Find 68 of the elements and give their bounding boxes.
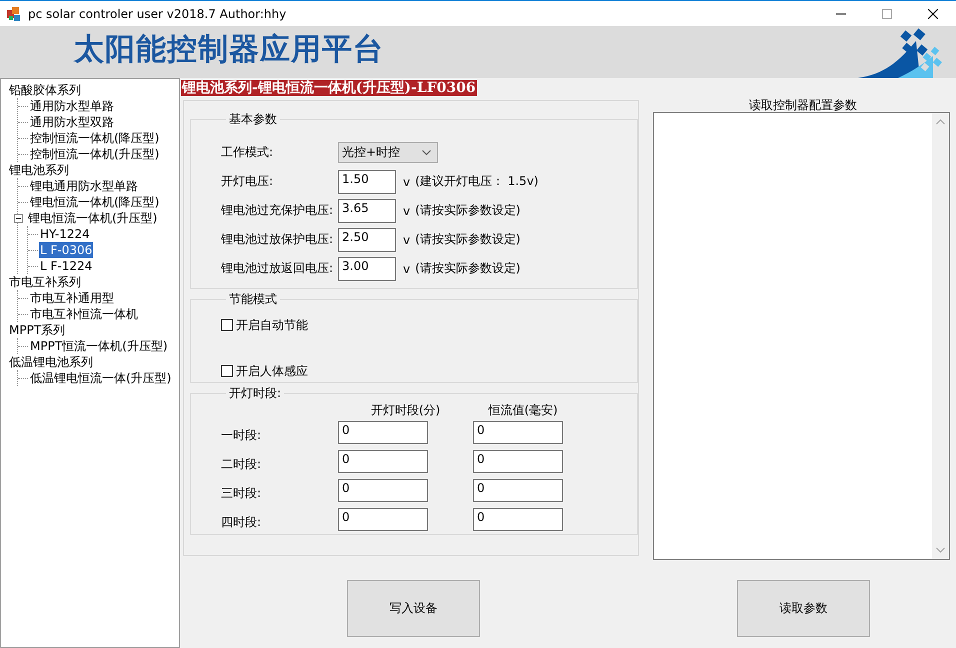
tree-item[interactable]: 市电互补系列 [8,274,82,290]
tree-item[interactable]: L F-1224 [39,258,94,274]
tree-item[interactable]: HY-1224 [39,226,91,242]
tree-item[interactable]: 锂电恒流一体机(降压型) [29,194,160,210]
checkbox-label: 开启自动节能 [236,316,308,334]
input-field[interactable]: 0 [473,508,563,531]
mode-dropdown[interactable]: 光控+时控 [338,142,438,163]
tree-item[interactable]: 控制恒流一体机(降压型) [29,130,160,146]
field-label: 锂电池过充保护电压: [221,202,334,219]
input-field[interactable]: 0 [473,479,563,502]
input-field[interactable]: 0 [338,421,428,444]
field-label: 工作模式: [221,144,274,161]
unit-label: v [403,262,410,276]
input-field[interactable]: 0 [473,421,563,444]
app-title: 太阳能控制器应用平台 [74,31,384,69]
group-title: 开灯时段: [228,385,282,402]
column-header: 恒流值(毫安) [487,402,559,418]
input-field[interactable]: 0 [473,450,563,473]
tree-item[interactable]: MPPT系列 [8,322,66,338]
unit-label: v [403,204,410,218]
tree-item[interactable]: 锂电恒流一体机(升压型) [27,210,158,226]
tree-item[interactable]: 市电互补恒流一体机 [29,306,139,322]
hint-text: (请按实际参数设定) [415,202,520,219]
checkbox[interactable] [221,319,233,331]
input-field[interactable]: 3.00 [338,256,396,280]
checkbox[interactable] [221,365,233,377]
device-heading: 锂电池系列-锂电恒流一体机(升压型)-LF0306 [181,80,477,96]
hint-text: (请按实际参数设定) [415,260,520,277]
checkbox-label: 开启人体感应 [236,362,308,380]
group-title: 节能模式 [228,291,278,308]
input-field[interactable]: 1.50 [338,170,396,194]
row-label: 四时段: [221,514,262,531]
tree-item[interactable]: 控制恒流一体机(升压型) [29,146,160,162]
collapse-icon[interactable] [14,214,23,222]
action-button[interactable]: 写入设备 [347,580,480,637]
input-field[interactable]: 0 [338,450,428,473]
tree-item[interactable]: L F-0306 [39,242,94,258]
input-field[interactable]: 0 [338,479,428,502]
row-label: 一时段: [221,427,262,444]
hint-text: (请按实际参数设定) [415,231,520,248]
caret-icon [422,150,431,156]
row-label: 三时段: [221,485,262,502]
group-title: 基本参数 [228,111,278,128]
input-field[interactable]: 2.50 [338,228,396,252]
field-label: 锂电池过放返回电压: [221,260,334,277]
tree-item[interactable]: 铅酸胶体系列 [8,82,82,98]
unit-label: v [403,174,410,188]
tree-item[interactable]: MPPT恒流一体机(升压型) [29,338,169,354]
window-title: pc solar controler user v2018.7 Author:hhy [28,6,286,20]
column-header: 开灯时段(分) [370,402,442,418]
tree-item[interactable]: 低温锂电池系列 [8,354,94,370]
field-label: 开灯电压: [221,173,274,190]
field-label: 锂电池过放保护电压: [221,231,334,248]
tree-item[interactable]: 低温锂电恒流一体(升压型) [29,370,172,386]
tree-item[interactable]: 锂电池系列 [8,162,70,178]
tree-item[interactable]: 锂电通用防水型单路 [29,178,139,194]
app-icon [6,6,22,22]
row-label: 二时段: [221,456,262,473]
input-field[interactable]: 0 [338,508,428,531]
input-field[interactable]: 3.65 [338,198,396,222]
action-button[interactable]: 读取参数 [737,580,870,637]
tree-item[interactable]: 市电互补通用型 [29,290,115,306]
tree-item[interactable]: 通用防水型双路 [29,114,115,130]
unit-label: v [403,232,410,246]
tree-item[interactable]: 通用防水型单路 [29,98,115,114]
close-icon[interactable] [928,8,938,18]
hint-text: (建议开灯电压： 1.5v) [415,173,538,190]
output-title: 读取控制器配置参数 [748,98,858,112]
